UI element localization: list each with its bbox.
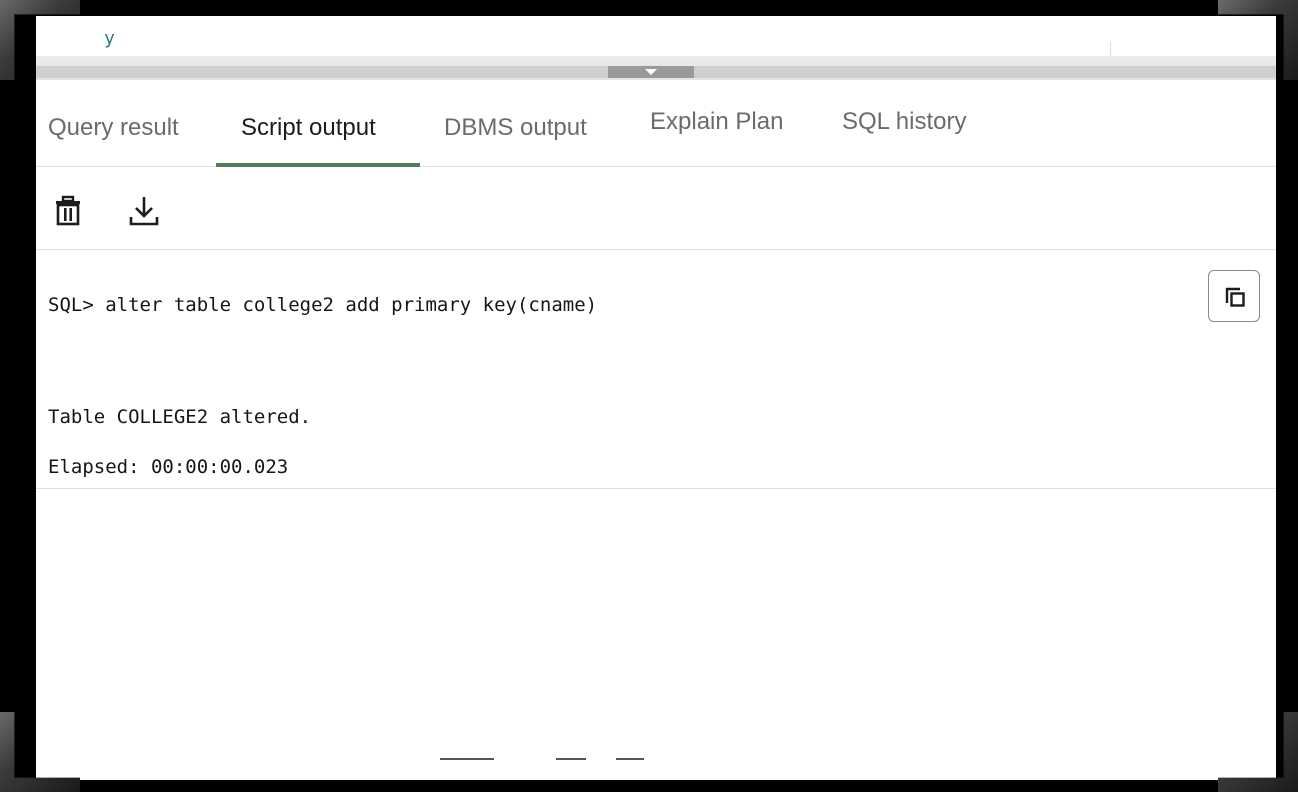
- panel-splitter[interactable]: [36, 56, 1276, 80]
- edge-mark: [440, 758, 494, 760]
- tab-explain-plan[interactable]: Explain Plan: [650, 90, 810, 166]
- chevron-down-icon: [645, 69, 657, 75]
- tab-query-result[interactable]: Query result: [48, 90, 218, 166]
- tab-label: Script output: [241, 114, 376, 141]
- copy-output-button[interactable]: [1208, 270, 1260, 322]
- sql-result-line: Table COLLEGE2 altered.: [48, 406, 312, 428]
- tab-label: SQL history: [842, 108, 967, 135]
- edge-mark: [616, 758, 644, 760]
- editor-partial-text: y: [104, 28, 115, 49]
- tab-sql-history[interactable]: SQL history: [842, 90, 1002, 166]
- output-toolbar: [36, 167, 1276, 250]
- sql-command-line: SQL> alter table college2 add primary ke…: [48, 294, 598, 316]
- trash-icon: [56, 195, 80, 226]
- elapsed-time-line: Elapsed: 00:00:00.023: [48, 456, 289, 478]
- copy-icon: [1225, 287, 1245, 307]
- download-icon: [129, 197, 159, 226]
- tab-label: DBMS output: [444, 114, 587, 141]
- tab-script-output[interactable]: Script output: [216, 90, 420, 167]
- device-frame: y Query result Script output DBMS output…: [0, 0, 1298, 792]
- clear-output-button[interactable]: [50, 193, 86, 229]
- tab-label: Explain Plan: [650, 108, 784, 135]
- editor-area[interactable]: y: [36, 16, 1276, 60]
- tab-dbms-output[interactable]: DBMS output: [444, 90, 614, 166]
- output-tabs: Query result Script output DBMS output E…: [36, 90, 1276, 167]
- bottom-edge-marks: [36, 758, 1276, 762]
- script-output-panel: SQL> alter table college2 add primary ke…: [36, 250, 1276, 489]
- download-output-button[interactable]: [126, 193, 162, 229]
- splitter-toggle-button[interactable]: [608, 66, 694, 78]
- tab-label: Query result: [48, 114, 179, 141]
- edge-mark: [556, 758, 586, 760]
- app-screen: y Query result Script output DBMS output…: [36, 16, 1276, 780]
